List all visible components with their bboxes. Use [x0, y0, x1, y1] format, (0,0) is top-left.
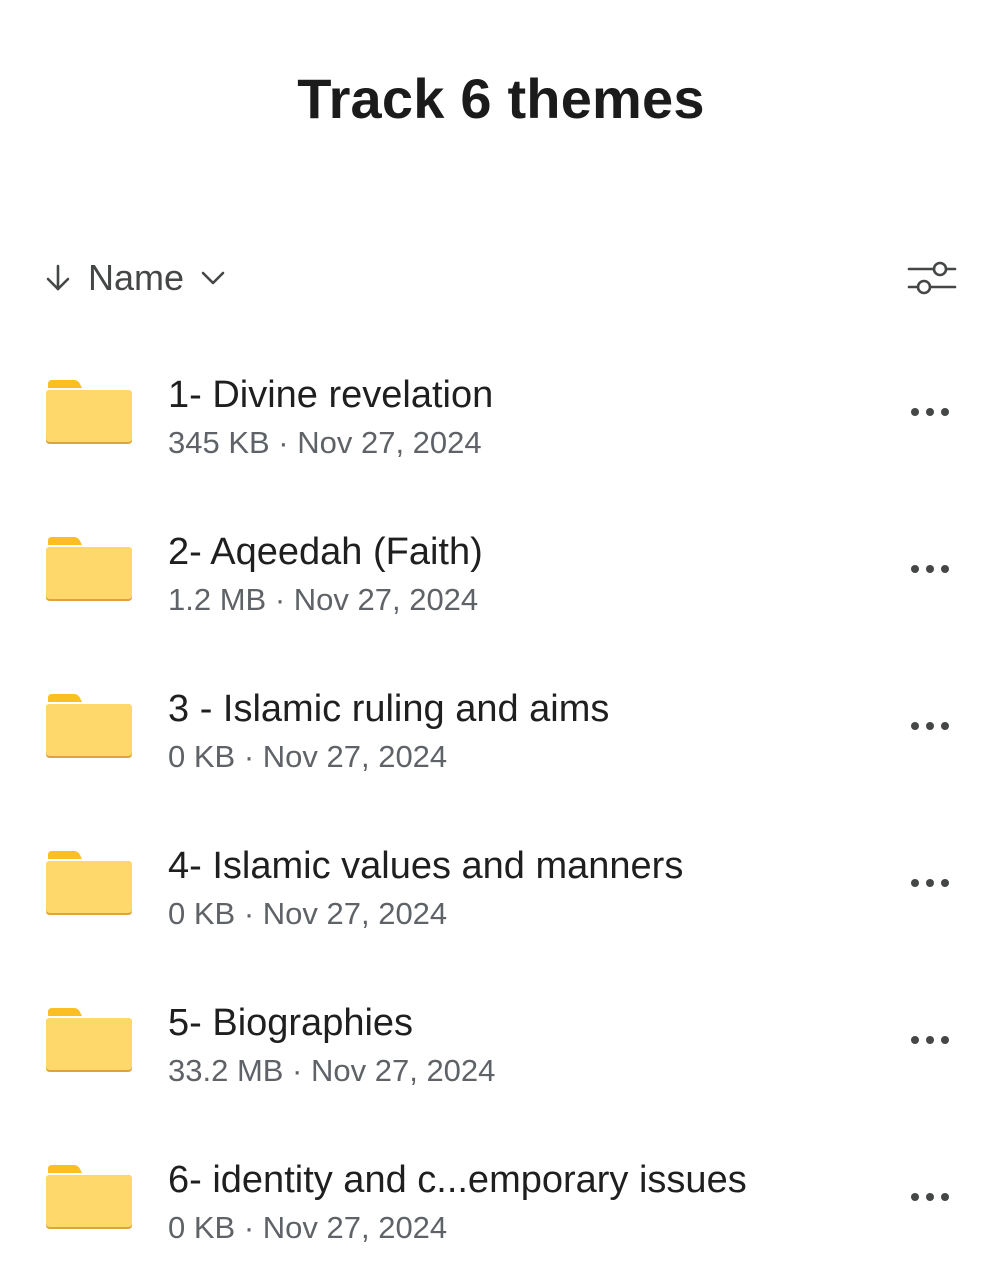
file-browser-page: Track 6 themes Name 1- Divine revelation [0, 0, 1002, 1280]
folder-icon [46, 851, 132, 915]
more-horizontal-icon [911, 1193, 949, 1201]
file-row-3[interactable]: 3 - Islamic ruling and aims 0 KB · Nov 2… [0, 648, 1002, 805]
file-name: 2- Aqeedah (Faith) [168, 531, 483, 573]
folder-icon [46, 380, 132, 444]
sort-by-name-button[interactable]: Name [44, 250, 226, 306]
file-row-1[interactable]: 1- Divine revelation 345 KB · Nov 27, 20… [0, 334, 1002, 491]
file-name: 5- Biographies [168, 1002, 414, 1044]
chevron-down-icon [201, 271, 225, 285]
more-options-button[interactable] [902, 704, 958, 748]
folder-icon [46, 694, 132, 758]
more-options-button[interactable] [902, 1018, 958, 1062]
more-horizontal-icon [911, 722, 949, 730]
file-meta: 0 KB · Nov 27, 2024 [168, 896, 448, 931]
file-meta: 0 KB · Nov 27, 2024 [168, 739, 448, 774]
sort-bar: Name [44, 250, 958, 306]
more-horizontal-icon [911, 565, 949, 573]
more-options-button[interactable] [902, 547, 958, 591]
file-meta: 33.2 MB · Nov 27, 2024 [168, 1053, 496, 1088]
file-list: 1- Divine revelation 345 KB · Nov 27, 20… [0, 334, 1002, 1276]
sort-label: Name [88, 257, 185, 298]
arrow-down-icon [46, 264, 70, 291]
more-horizontal-icon [911, 1036, 949, 1044]
more-options-button[interactable] [902, 1175, 958, 1219]
folder-icon [46, 1008, 132, 1072]
more-options-button[interactable] [902, 390, 958, 434]
file-meta: 0 KB · Nov 27, 2024 [168, 1210, 448, 1245]
filter-sliders-icon[interactable] [906, 256, 958, 300]
file-name: 1- Divine revelation [168, 374, 494, 416]
file-name: 4- Islamic values and manners [168, 845, 684, 887]
folder-icon [46, 1165, 132, 1229]
page-title: Track 6 themes [297, 67, 705, 130]
more-options-button[interactable] [902, 861, 958, 905]
file-meta: 345 KB · Nov 27, 2024 [168, 425, 482, 460]
file-row-2[interactable]: 2- Aqeedah (Faith) 1.2 MB · Nov 27, 2024 [0, 491, 1002, 648]
more-horizontal-icon [911, 408, 949, 416]
file-row-5[interactable]: 5- Biographies 33.2 MB · Nov 27, 2024 [0, 962, 1002, 1119]
file-meta: 1.2 MB · Nov 27, 2024 [168, 582, 479, 617]
file-name: 3 - Islamic ruling and aims [168, 688, 610, 730]
file-row-6[interactable]: 6- identity and c...emporary issues 0 KB… [0, 1119, 1002, 1276]
folder-icon [46, 537, 132, 601]
more-horizontal-icon [911, 879, 949, 887]
file-name: 6- identity and c...emporary issues [168, 1159, 747, 1201]
file-row-4[interactable]: 4- Islamic values and manners 0 KB · Nov… [0, 805, 1002, 962]
